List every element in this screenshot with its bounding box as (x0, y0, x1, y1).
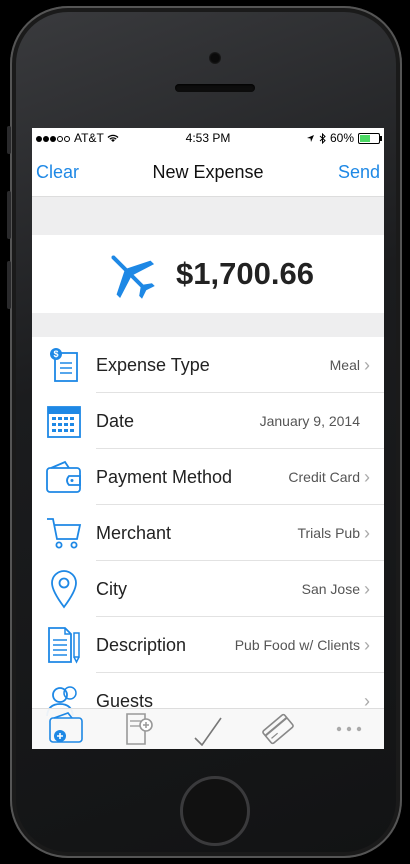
send-button[interactable]: Send (338, 162, 380, 183)
row-expense-type[interactable]: $ Expense Type Meal › (32, 337, 384, 393)
volume-up-button (7, 191, 11, 239)
svg-text:$: $ (53, 349, 58, 359)
location-pin-icon (51, 570, 77, 609)
tab-more[interactable] (324, 724, 374, 734)
row-merchant[interactable]: Merchant Trials Pub › (32, 505, 384, 561)
front-camera (209, 52, 221, 64)
expense-details-list: $ Expense Type Meal › Date January 9, 20… (32, 337, 384, 729)
expense-amount: $1,700.66 (176, 256, 314, 291)
battery-icon (358, 132, 382, 144)
screen: AT&T 4:53 PM 60% Clear New Expense Send … (32, 128, 384, 749)
calendar-icon (47, 406, 81, 438)
row-value: Meal (329, 357, 360, 373)
chevron-right-icon: › (364, 466, 370, 487)
page-title: New Expense (152, 161, 264, 182)
section-spacer-2 (32, 313, 384, 337)
row-value: January 9, 2014 (259, 413, 360, 429)
row-value: San Jose (301, 581, 360, 597)
row-value: Trials Pub (297, 525, 360, 541)
carrier-label: AT&T (74, 131, 104, 145)
battery-percent: 60% (329, 131, 354, 145)
signal-strength-icon (36, 131, 71, 145)
tab-add-receipt[interactable] (113, 712, 163, 746)
clear-button[interactable]: Clear (36, 162, 79, 183)
row-label: Description (96, 634, 187, 655)
row-date[interactable]: Date January 9, 2014 (32, 393, 384, 449)
more-icon (336, 726, 361, 732)
card-icon (262, 713, 295, 745)
tab-add-wallet[interactable] (42, 712, 92, 746)
row-value: Credit Card (288, 469, 360, 485)
row-label: Date (96, 410, 135, 431)
tab-card[interactable] (253, 712, 303, 746)
row-description[interactable]: Description Pub Food w/ Clients › (32, 617, 384, 673)
row-label: Merchant (96, 522, 172, 543)
wifi-icon (107, 134, 119, 142)
row-label: City (96, 578, 127, 599)
document-pencil-icon (48, 627, 80, 664)
shopping-cart-icon (47, 518, 82, 549)
tab-approve[interactable] (183, 712, 233, 746)
navigation-bar: Clear New Expense Send (32, 148, 384, 196)
row-payment-method[interactable]: Payment Method Credit Card › (32, 449, 384, 505)
home-button[interactable] (180, 776, 250, 846)
row-city[interactable]: City San Jose › (32, 561, 384, 617)
earpiece-speaker (175, 84, 255, 92)
section-spacer (32, 196, 384, 235)
row-label: Payment Method (96, 466, 233, 487)
row-value: Pub Food w/ Clients (234, 637, 360, 653)
location-arrow-icon (306, 134, 314, 142)
chevron-right-icon: › (364, 578, 370, 599)
chevron-right-icon: › (364, 634, 370, 655)
chevron-right-icon: › (364, 522, 370, 543)
add-wallet-icon (49, 712, 83, 743)
wallet-icon (46, 460, 81, 493)
airplane-icon (111, 255, 155, 299)
mute-switch (7, 126, 11, 154)
chevron-right-icon: › (364, 354, 370, 375)
status-bar: AT&T 4:53 PM 60% (32, 128, 384, 148)
row-label: Expense Type (96, 354, 210, 375)
receipt-dollar-icon: $ (50, 348, 78, 382)
tab-bar (32, 708, 384, 749)
add-receipt-icon (125, 713, 153, 745)
bluetooth-icon (319, 132, 326, 144)
volume-down-button (7, 261, 11, 309)
expense-summary[interactable]: $1,700.66 (32, 235, 384, 313)
checkmark-icon (194, 717, 222, 746)
